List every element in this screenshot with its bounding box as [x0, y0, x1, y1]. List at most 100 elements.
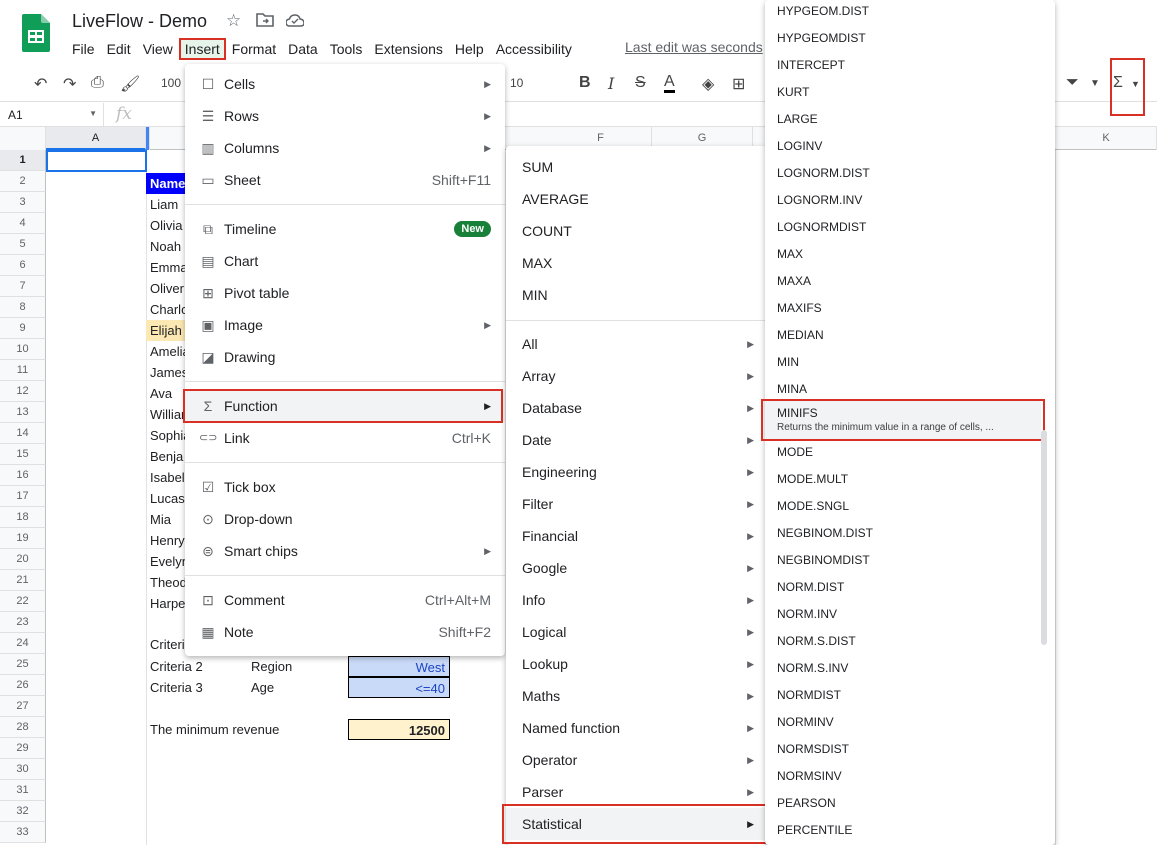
- result-label[interactable]: The minimum revenue: [146, 719, 346, 740]
- zoom-select[interactable]: 100: [161, 76, 181, 90]
- name-box[interactable]: A1 ▼: [0, 103, 104, 127]
- name-cell[interactable]: Noah: [146, 236, 186, 257]
- row-header[interactable]: 5: [0, 234, 46, 255]
- statistical-function-normdist[interactable]: NORMDIST: [765, 688, 1041, 710]
- name-cell[interactable]: Evelyn: [146, 551, 186, 572]
- row-header[interactable]: 8: [0, 297, 46, 318]
- selected-cell-a1[interactable]: [46, 150, 147, 172]
- row-header[interactable]: 9: [0, 318, 46, 339]
- function-quick-average[interactable]: AVERAGE: [506, 183, 768, 215]
- function-category-lookup[interactable]: Lookup ▶: [506, 648, 768, 680]
- row-header[interactable]: 17: [0, 486, 46, 507]
- statistical-function-median[interactable]: MEDIAN: [765, 328, 1041, 350]
- row-header[interactable]: 32: [0, 801, 46, 822]
- function-quick-sum[interactable]: SUM: [506, 151, 768, 183]
- insert-menu-item-columns[interactable]: ▥ Columns ▶: [185, 132, 505, 164]
- menu-help[interactable]: Help: [449, 38, 490, 60]
- insert-menu-item-sheet[interactable]: ▭ Sheet Shift+F11: [185, 164, 505, 196]
- statistical-function-max[interactable]: MAX: [765, 247, 1041, 269]
- menu-tools[interactable]: Tools: [324, 38, 369, 60]
- star-icon[interactable]: ☆: [226, 11, 241, 31]
- row-header[interactable]: 22: [0, 591, 46, 612]
- functions-dropdown-icon[interactable]: ▼: [1131, 79, 1140, 89]
- insert-menu-item-drop-down[interactable]: ⊙ Drop-down: [185, 503, 505, 535]
- statistical-function-hypgeom-dist[interactable]: HYPGEOM.DIST: [765, 4, 1041, 26]
- row-header[interactable]: 15: [0, 444, 46, 465]
- sigma-icon[interactable]: Σ: [1113, 74, 1123, 92]
- function-category-all[interactable]: All ▶: [506, 328, 768, 360]
- font-size-input[interactable]: 10: [510, 76, 523, 90]
- function-category-filter[interactable]: Filter ▶: [506, 488, 768, 520]
- name-cell[interactable]: Amelia: [146, 341, 186, 362]
- insert-menu-item-tick-box[interactable]: ☑ Tick box: [185, 471, 505, 503]
- row-header[interactable]: 2: [0, 171, 46, 192]
- print-icon[interactable]: ⎙: [91, 74, 104, 92]
- statistical-function-norm-inv[interactable]: NORM.INV: [765, 607, 1041, 629]
- menu-insert[interactable]: Insert: [178, 38, 226, 60]
- insert-menu-item-note[interactable]: ▦ Note Shift+F2: [185, 616, 505, 648]
- strikethrough-icon[interactable]: S: [635, 74, 646, 92]
- menu-extensions[interactable]: Extensions: [368, 38, 448, 60]
- statistical-function-mode-sngl[interactable]: MODE.SNGL: [765, 499, 1041, 521]
- row-header[interactable]: 12: [0, 381, 46, 402]
- row-header[interactable]: 29: [0, 738, 46, 759]
- statistical-function-loginv[interactable]: LOGINV: [765, 139, 1041, 161]
- function-category-array[interactable]: Array ▶: [506, 360, 768, 392]
- row-header[interactable]: 3: [0, 192, 46, 213]
- row-header[interactable]: 1: [0, 150, 46, 171]
- row-header[interactable]: 24: [0, 633, 46, 654]
- statistical-function-normsdist[interactable]: NORMSDIST: [765, 742, 1041, 764]
- row-header[interactable]: 6: [0, 255, 46, 276]
- criteria-2-field[interactable]: Region: [247, 656, 347, 677]
- row-header[interactable]: 4: [0, 213, 46, 234]
- filter-dropdown-icon[interactable]: ▼: [1090, 78, 1100, 89]
- function-category-info[interactable]: Info ▶: [506, 584, 768, 616]
- name-column-header-cell[interactable]: Name: [146, 173, 186, 194]
- statistical-function-negbinomdist[interactable]: NEGBINOMDIST: [765, 553, 1041, 575]
- row-header[interactable]: 20: [0, 549, 46, 570]
- name-cell[interactable]: William: [146, 404, 186, 425]
- select-all-corner[interactable]: [0, 127, 46, 150]
- function-quick-min[interactable]: MIN: [506, 279, 768, 311]
- function-quick-count[interactable]: COUNT: [506, 215, 768, 247]
- column-header-k[interactable]: K: [1056, 127, 1157, 150]
- name-cell[interactable]: Oliver: [146, 278, 186, 299]
- insert-menu-item-smart-chips[interactable]: ⊜ Smart chips ▶: [185, 535, 505, 567]
- column-header-a[interactable]: A: [46, 127, 146, 150]
- menu-format[interactable]: Format: [226, 38, 282, 60]
- scrollbar-thumb[interactable]: [1041, 430, 1047, 645]
- borders-icon[interactable]: ⊞: [732, 74, 745, 94]
- criteria-3-field[interactable]: Age: [247, 677, 347, 698]
- function-category-financial[interactable]: Financial ▶: [506, 520, 768, 552]
- row-header[interactable]: 31: [0, 780, 46, 801]
- menu-view[interactable]: View: [137, 38, 179, 60]
- document-title[interactable]: LiveFlow - Demo: [72, 11, 207, 32]
- name-cell[interactable]: Elijah: [146, 320, 186, 341]
- insert-menu-item-timeline[interactable]: ⧉ Timeline New: [185, 213, 505, 245]
- insert-menu-item-pivot-table[interactable]: ⊞ Pivot table: [185, 277, 505, 309]
- name-cell[interactable]: Lucas: [146, 488, 186, 509]
- statistical-function-norm-s-dist[interactable]: NORM.S.DIST: [765, 634, 1041, 656]
- statistical-function-min[interactable]: MIN: [765, 355, 1041, 377]
- function-category-google[interactable]: Google ▶: [506, 552, 768, 584]
- menu-edit[interactable]: Edit: [101, 38, 137, 60]
- row-header[interactable]: 19: [0, 528, 46, 549]
- statistical-function-mode-mult[interactable]: MODE.MULT: [765, 472, 1041, 494]
- name-cell[interactable]: Henry: [146, 530, 186, 551]
- criteria-2-value[interactable]: West: [348, 656, 450, 677]
- statistical-function-maxa[interactable]: MAXA: [765, 274, 1041, 296]
- italic-icon[interactable]: I: [608, 74, 614, 93]
- criteria-1-label[interactable]: Criteri: [146, 634, 186, 655]
- row-header[interactable]: 26: [0, 675, 46, 696]
- row-header[interactable]: 16: [0, 465, 46, 486]
- statistical-function-intercept[interactable]: INTERCEPT: [765, 58, 1041, 80]
- row-header[interactable]: 33: [0, 822, 46, 843]
- insert-menu-item-comment[interactable]: ⊡ Comment Ctrl+Alt+M: [185, 584, 505, 616]
- name-cell[interactable]: Isabel: [146, 467, 186, 488]
- name-cell[interactable]: Liam: [146, 194, 186, 215]
- statistical-function-normsinv[interactable]: NORMSINV: [765, 769, 1041, 791]
- cloud-saved-icon[interactable]: [286, 14, 304, 27]
- function-category-maths[interactable]: Maths ▶: [506, 680, 768, 712]
- row-header[interactable]: 11: [0, 360, 46, 381]
- result-value[interactable]: 12500: [348, 719, 450, 740]
